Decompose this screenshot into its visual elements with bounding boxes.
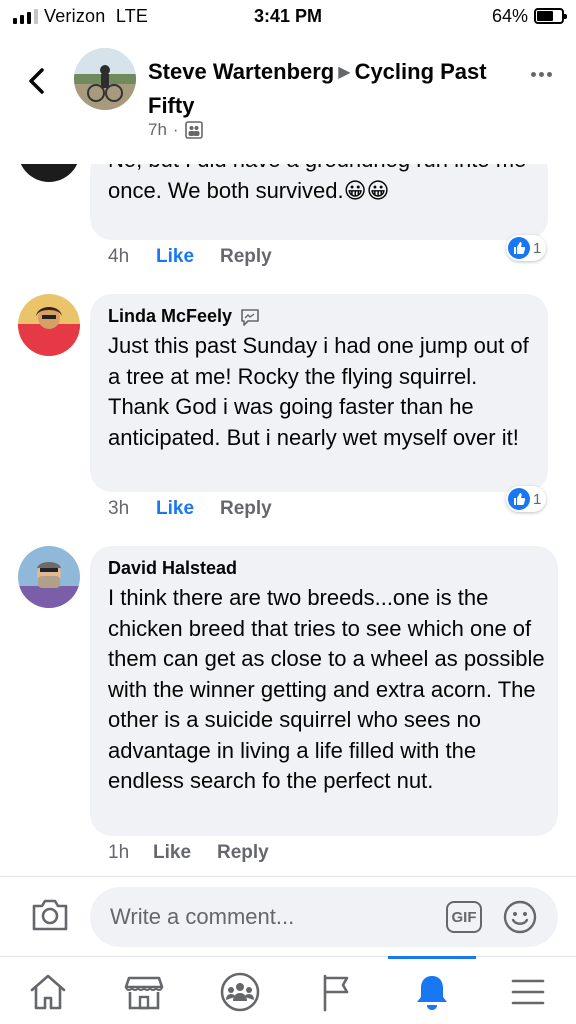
author-name[interactable]: Steve Wartenberg <box>148 59 334 84</box>
comment-actions: 1h Like Reply <box>108 842 269 864</box>
commenter-avatar[interactable] <box>18 294 80 356</box>
battery-percentage: 64% <box>491 6 528 26</box>
reaction-summary[interactable]: 1 <box>506 486 547 512</box>
thumbs-up-icon <box>508 488 530 510</box>
emoji-button[interactable] <box>502 899 538 935</box>
active-tab-indicator <box>388 956 476 959</box>
post-time: 7h <box>148 120 167 139</box>
post-title: Steve Wartenberg ▶ Cycling Past Fifty <box>148 56 508 121</box>
comment-time: 4h <box>108 246 130 267</box>
nav-home[interactable] <box>24 971 72 1013</box>
comment-text: Just this past Sunday i had one jump out… <box>108 333 529 450</box>
marketplace-icon <box>124 976 164 1010</box>
author-avatar[interactable] <box>74 48 136 110</box>
pages-flag-icon <box>323 974 349 1012</box>
comment-composer: Write a comment... GIF <box>0 876 576 956</box>
post-header: Steve Wartenberg ▶ Cycling Past Fifty 7h · <box>0 34 576 164</box>
reaction-summary[interactable]: 1 <box>506 235 547 261</box>
reaction-count: 1 <box>533 239 542 257</box>
commenter-avatar[interactable] <box>18 164 80 182</box>
smiley-icon <box>503 900 537 934</box>
like-button[interactable]: Like <box>156 246 220 268</box>
comment-actions: 4h Like Reply <box>108 246 272 268</box>
commenter-name[interactable]: Linda McFeely <box>108 306 260 327</box>
meta-separator: · <box>172 120 179 139</box>
chevron-left-icon <box>29 68 44 94</box>
back-button[interactable] <box>24 66 50 96</box>
gif-button[interactable]: GIF <box>446 901 482 933</box>
reaction-count: 1 <box>533 490 542 508</box>
nav-menu[interactable] <box>504 971 552 1013</box>
nav-groups[interactable] <box>216 971 264 1013</box>
comment-time: 1h <box>108 842 130 863</box>
nav-marketplace[interactable] <box>120 971 168 1013</box>
reply-button[interactable]: Reply <box>217 842 269 864</box>
comments-list[interactable]: No, but I did have a groundhog run into … <box>0 164 576 876</box>
comment-bubble[interactable]: No, but I did have a groundhog run into … <box>90 164 548 240</box>
nav-notifications[interactable] <box>408 971 456 1013</box>
status-time: 3:41 PM <box>253 6 323 26</box>
commenter-avatar[interactable] <box>18 546 80 608</box>
reply-button[interactable]: Reply <box>220 246 272 268</box>
camera-button[interactable] <box>30 897 70 933</box>
battery-icon <box>534 8 567 24</box>
commenter-name[interactable]: David Halstead <box>108 558 237 579</box>
comment-input[interactable]: Write a comment... GIF <box>90 887 558 947</box>
bottom-navigation <box>0 956 576 1024</box>
comment-bubble[interactable]: David Halstead I think there are two bre… <box>90 546 558 836</box>
status-bar: Verizon LTE 3:41 PM 64% <box>0 0 576 34</box>
post-meta: 7h · <box>148 120 203 140</box>
more-dot <box>547 72 552 77</box>
triangle-right-icon: ▶ <box>338 64 351 81</box>
comment-time: 3h <box>108 498 130 519</box>
groups-icon <box>220 972 260 1012</box>
notifications-bell-icon <box>417 976 447 1010</box>
like-button[interactable]: Like <box>156 498 220 520</box>
more-dot <box>539 72 544 77</box>
messenger-chat-icon <box>241 308 259 326</box>
camera-icon <box>32 899 68 931</box>
group-members-icon <box>184 121 203 139</box>
more-options-button[interactable] <box>531 72 552 77</box>
comment-bubble[interactable]: Linda McFeely Just this past Sunday i ha… <box>90 294 548 492</box>
more-dot <box>531 72 536 77</box>
nav-pages[interactable] <box>312 971 360 1013</box>
comment-actions: 3h Like Reply <box>108 498 272 520</box>
comment-text: No, but I did have a groundhog run into … <box>108 164 526 203</box>
thumbs-up-icon <box>508 237 530 259</box>
home-icon <box>30 974 66 1010</box>
comment-text: I think there are two breeds...one is th… <box>108 585 545 793</box>
reply-button[interactable]: Reply <box>220 498 272 520</box>
comment-placeholder: Write a comment... <box>110 904 295 929</box>
menu-icon <box>511 979 545 1005</box>
like-button[interactable]: Like <box>153 842 217 864</box>
